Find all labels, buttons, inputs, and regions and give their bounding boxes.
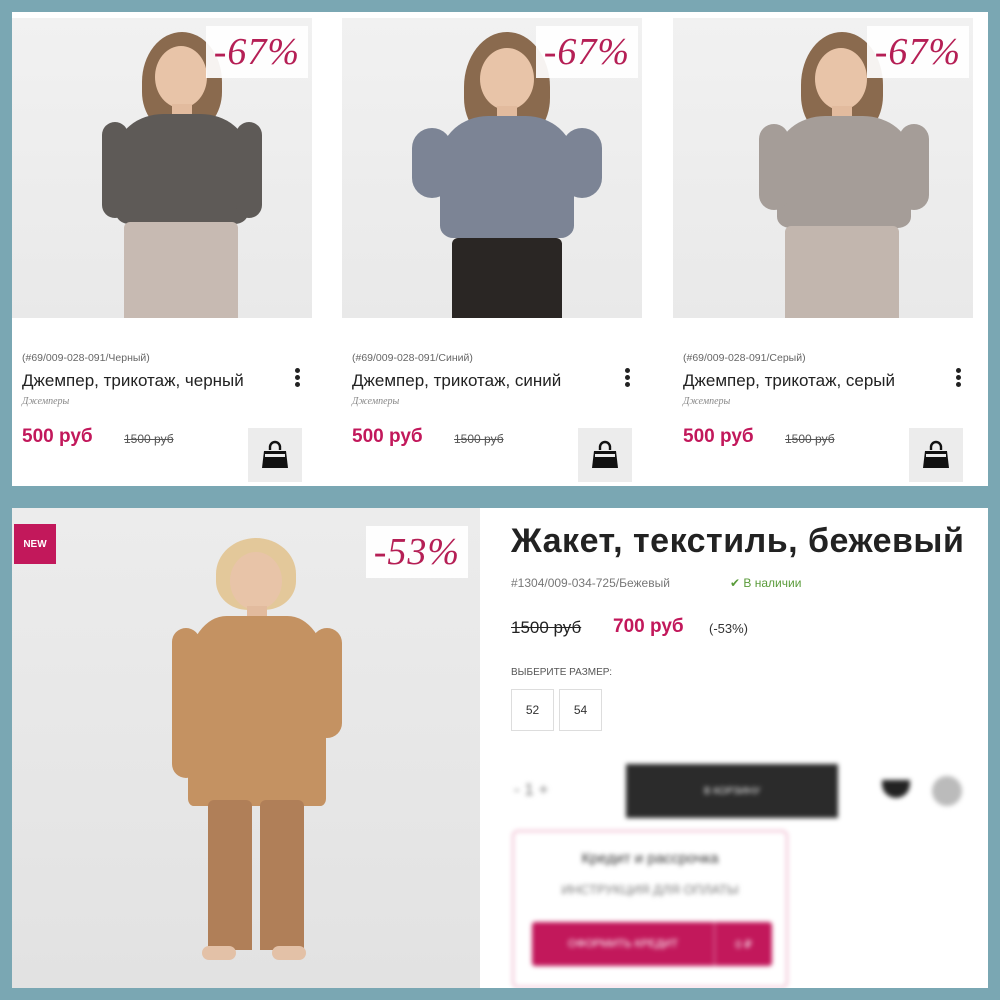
product-photo[interactable]: -67% — [12, 18, 312, 318]
product-name[interactable]: Джемпер, трикотаж, синий — [352, 371, 561, 391]
credit-subtitle[interactable]: ИНСТРУКЦИЯ ДЛЯ ОПЛАТЫ — [514, 882, 786, 897]
add-to-cart-button[interactable] — [909, 428, 963, 482]
size-label: ВЫБЕРИТЕ РАЗМЕР: — [511, 667, 612, 678]
credit-button-label: ОФОРМИТЬ КРЕДИТ — [568, 938, 678, 950]
discount-percent: (-53%) — [709, 621, 749, 636]
product-category[interactable]: Джемперы — [683, 396, 730, 407]
add-to-cart-button[interactable] — [578, 428, 632, 482]
shopping-bag-icon — [262, 440, 288, 468]
more-options-icon[interactable] — [953, 368, 963, 390]
discount-badge: -67% — [205, 26, 308, 78]
more-options-icon[interactable] — [622, 368, 632, 390]
discount-badge: -67% — [535, 26, 638, 78]
product-old-price: 1500 руб — [454, 432, 504, 446]
product-price: 500 руб — [683, 426, 754, 447]
product-name[interactable]: Джемпер, трикотаж, серый — [683, 371, 895, 391]
discount-badge: -67% — [866, 26, 969, 78]
more-options-icon[interactable] — [292, 368, 302, 390]
size-option-52[interactable]: 52 — [511, 689, 554, 731]
current-price: 700 руб — [613, 616, 684, 637]
product-photo[interactable]: -67% — [342, 18, 642, 318]
size-option-54[interactable]: 54 — [559, 689, 602, 731]
product-category[interactable]: Джемперы — [352, 396, 399, 407]
credit-button[interactable]: ОФОРМИТЬ КРЕДИТ 0 ₽ — [532, 922, 772, 966]
credit-button-side: 0 ₽ — [714, 922, 772, 966]
product-photo[interactable]: NEW -53% — [12, 508, 480, 988]
favorite-icon[interactable] — [882, 780, 910, 798]
product-sku: (#69/009-028-091/Серый) — [683, 352, 806, 364]
quantity-stepper[interactable]: - 1 + — [514, 780, 549, 800]
compare-icon[interactable] — [932, 776, 962, 806]
product-detail: NEW -53% Жакет, текстиль, бежевый #1304/… — [12, 508, 988, 988]
product-sku: #1304/009-034-725/Бежевый — [511, 576, 670, 590]
add-to-cart-button[interactable]: В КОРЗИНУ — [626, 764, 838, 818]
product-card[interactable]: -67% (#69/009-028-091/Серый) Джемпер, тр… — [673, 12, 973, 486]
product-category[interactable]: Джемперы — [22, 396, 69, 407]
new-badge: NEW — [14, 524, 56, 564]
product-price: 500 руб — [352, 426, 423, 447]
product-sku: (#69/009-028-091/Черный) — [22, 352, 150, 364]
product-old-price: 1500 руб — [124, 432, 174, 446]
product-card[interactable]: -67% (#69/009-028-091/Черный) Джемпер, т… — [12, 12, 312, 486]
shopping-bag-icon — [592, 440, 618, 468]
credit-box: Кредит и рассрочка ИНСТРУКЦИЯ ДЛЯ ОПЛАТЫ… — [512, 830, 788, 988]
product-sku: (#69/009-028-091/Синий) — [352, 352, 473, 364]
product-grid: -67% (#69/009-028-091/Черный) Джемпер, т… — [12, 12, 988, 486]
stock-status: ✔ В наличии — [730, 576, 802, 590]
shopping-bag-icon — [923, 440, 949, 468]
product-card[interactable]: -67% (#69/009-028-091/Синий) Джемпер, тр… — [342, 12, 642, 486]
add-to-cart-button[interactable] — [248, 428, 302, 482]
product-old-price: 1500 руб — [785, 432, 835, 446]
discount-badge: -53% — [365, 526, 468, 578]
product-title: Жакет, текстиль, бежевый — [511, 522, 965, 560]
product-photo[interactable]: -67% — [673, 18, 973, 318]
credit-title: Кредит и рассрочка — [581, 850, 719, 867]
old-price: 1500 руб — [511, 618, 582, 637]
product-name[interactable]: Джемпер, трикотаж, черный — [22, 371, 244, 391]
product-price: 500 руб — [22, 426, 93, 447]
